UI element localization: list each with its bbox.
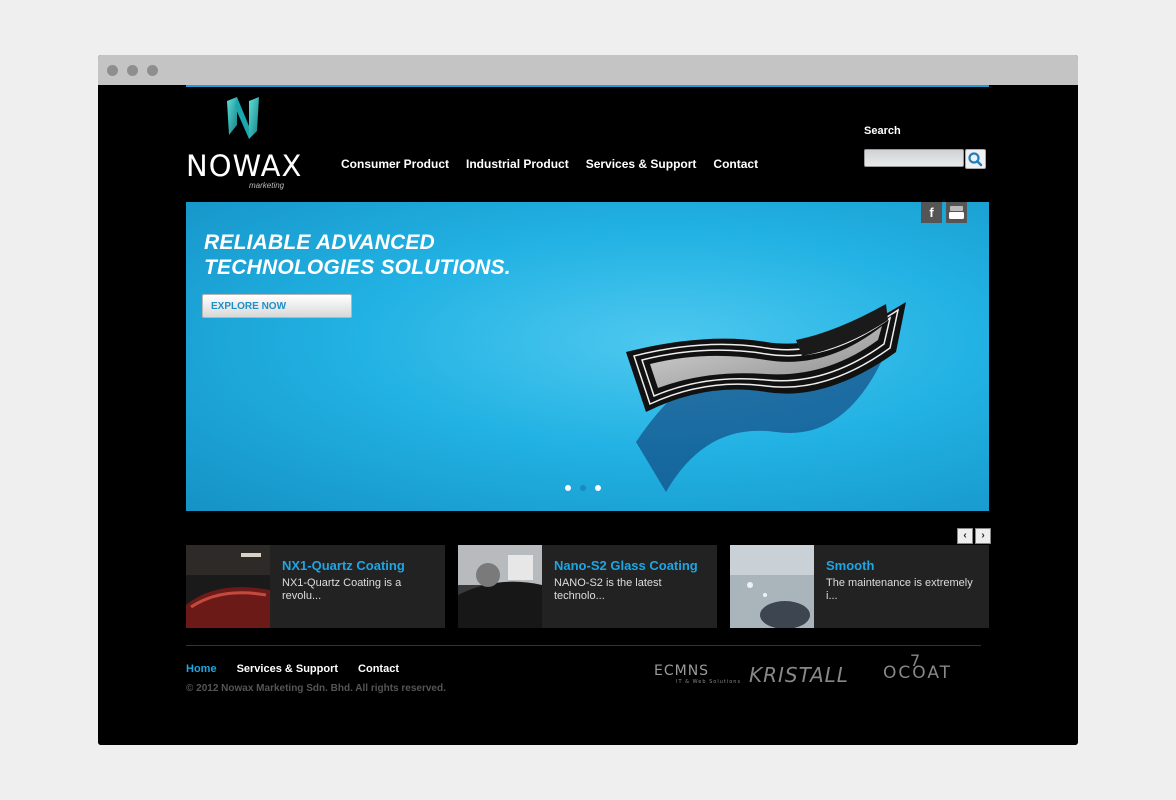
main-nav: Consumer Product Industrial Product Serv… xyxy=(341,157,758,171)
search-button[interactable] xyxy=(965,149,986,169)
hero-headline: RELIABLE ADVANCED TECHNOLOGIES SOLUTIONS… xyxy=(204,230,511,280)
hero-headline-line-2: TECHNOLOGIES SOLUTIONS. xyxy=(204,256,511,279)
partner-logo-ocoat[interactable]: 7 OCOAT xyxy=(883,651,952,683)
slider-pager xyxy=(565,485,601,491)
card-title[interactable]: NX1-Quartz Coating xyxy=(282,558,405,573)
web-page: NOWAX marketing Consumer Product Industr… xyxy=(98,85,1078,745)
carousel-next-button[interactable]: › xyxy=(975,528,991,544)
browser-title-bar xyxy=(98,55,1078,85)
facebook-icon[interactable]: f xyxy=(921,202,942,223)
logo-subtitle: marketing xyxy=(249,181,285,190)
card-description: NANO-S2 is the latest technolo... xyxy=(554,577,662,602)
search-icon xyxy=(968,152,983,167)
carousel-prev-button[interactable]: ‹ xyxy=(957,528,973,544)
rfid-tag-image xyxy=(626,302,906,492)
youtube-icon[interactable] xyxy=(946,202,967,223)
top-accent-line xyxy=(186,85,989,87)
slider-dot-3[interactable] xyxy=(595,485,601,491)
footer-divider xyxy=(186,645,981,646)
carousel-controls: ‹ › xyxy=(957,528,991,544)
logo-wordmark: NOWAX xyxy=(186,149,303,183)
window-maximize-dot[interactable] xyxy=(147,65,158,76)
nav-contact[interactable]: Contact xyxy=(713,157,758,171)
card-description: NX1-Quartz Coating is a revolu... xyxy=(282,577,402,602)
footer-nav: Home Services & Support Contact xyxy=(186,663,399,675)
slider-dot-2[interactable] xyxy=(580,485,586,491)
window-minimize-dot[interactable] xyxy=(127,65,138,76)
slider-dot-1[interactable] xyxy=(565,485,571,491)
search-label: Search xyxy=(864,125,901,137)
card-description: The maintenance is extremely i... xyxy=(826,577,973,602)
product-card[interactable]: Smooth The maintenance is extremely i... xyxy=(730,545,989,628)
footer-link-contact[interactable]: Contact xyxy=(358,663,399,675)
copyright-text: © 2012 Nowax Marketing Sdn. Bhd. All rig… xyxy=(186,683,446,694)
browser-window: NOWAX marketing Consumer Product Industr… xyxy=(98,55,1078,745)
nav-consumer-product[interactable]: Consumer Product xyxy=(341,157,449,171)
ecmns-wordmark: ECMNS xyxy=(654,663,710,679)
product-card[interactable]: Nano-S2 Glass Coating NANO-S2 is the lat… xyxy=(458,545,717,628)
ocoat-mark: 7 xyxy=(910,651,923,670)
explore-now-button[interactable]: EXPLORE NOW xyxy=(202,294,352,318)
logo-n-mark-icon xyxy=(227,97,259,139)
quartz-coating-thumbnail xyxy=(186,545,270,628)
smooth-thumbnail xyxy=(730,545,814,628)
ecmns-tagline: IT & Web Solutions xyxy=(676,679,742,685)
product-card[interactable]: NX1-Quartz Coating NX1-Quartz Coating is… xyxy=(186,545,445,628)
youtube-logo-graphic xyxy=(949,206,964,219)
card-title[interactable]: Smooth xyxy=(826,558,874,573)
glass-coating-thumbnail xyxy=(458,545,542,628)
footer-link-services-support[interactable]: Services & Support xyxy=(237,663,338,675)
footer-link-home[interactable]: Home xyxy=(186,663,217,675)
nav-industrial-product[interactable]: Industrial Product xyxy=(466,157,569,171)
card-title[interactable]: Nano-S2 Glass Coating xyxy=(554,558,698,573)
partner-logo-kristall[interactable]: KRISTALL xyxy=(749,663,849,687)
partner-logo-ecmns[interactable]: ECMNS IT & Web Solutions xyxy=(654,663,740,685)
window-close-dot[interactable] xyxy=(107,65,118,76)
site-logo[interactable]: NOWAX marketing xyxy=(186,97,306,190)
hero-headline-line-1: RELIABLE ADVANCED xyxy=(204,231,435,254)
nav-services-support[interactable]: Services & Support xyxy=(586,157,697,171)
hero-slider: RELIABLE ADVANCED TECHNOLOGIES SOLUTIONS… xyxy=(186,202,989,511)
search-input[interactable] xyxy=(864,149,964,167)
